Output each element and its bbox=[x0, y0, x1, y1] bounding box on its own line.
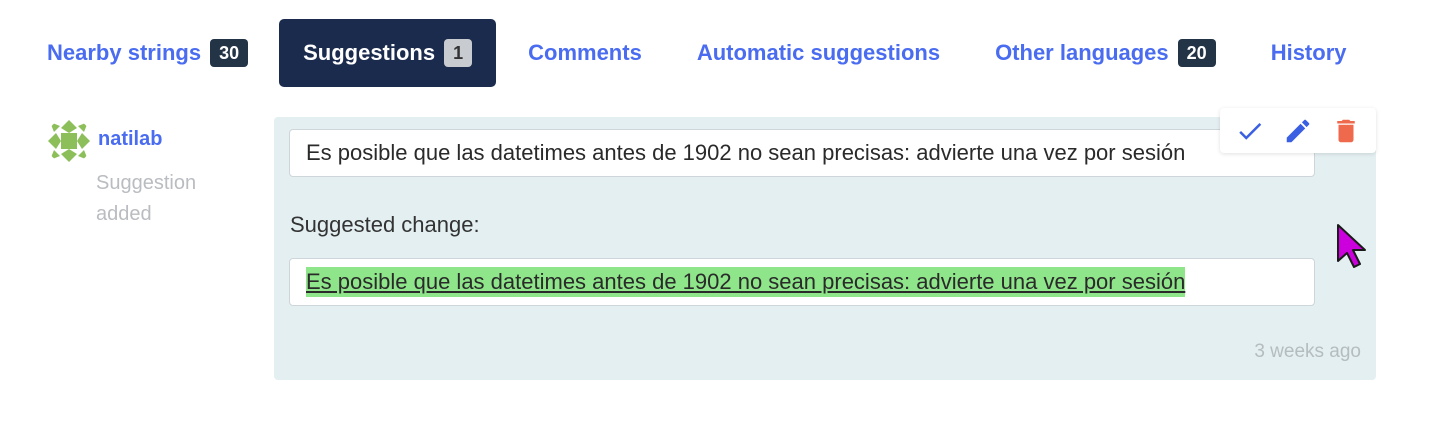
count-badge: 1 bbox=[444, 39, 473, 67]
tab-label: Nearby strings bbox=[47, 40, 202, 65]
avatar[interactable] bbox=[46, 118, 92, 164]
tab-label: Automatic suggestions bbox=[696, 40, 941, 65]
delete-button[interactable] bbox=[1326, 111, 1366, 151]
tab-label: Suggestions bbox=[303, 40, 436, 65]
count-badge: 20 bbox=[1177, 39, 1216, 67]
original-text: Es posible que las datetimes antes de 19… bbox=[289, 129, 1315, 177]
pencil-icon bbox=[1286, 119, 1310, 142]
suggested-change-label: Suggested change: bbox=[290, 212, 480, 237]
tab-nearby-strings[interactable]: Nearby strings 30 bbox=[26, 19, 279, 87]
mouse-pointer-icon bbox=[1337, 224, 1366, 268]
tab-suggestions[interactable]: Suggestions 1 bbox=[279, 19, 497, 87]
tab-other-languages[interactable]: Other languages 20 bbox=[967, 19, 1244, 87]
action-label: Suggestion added bbox=[96, 172, 197, 225]
tab-bar: Nearby strings 30 Suggestions 1 Comments… bbox=[26, 19, 1367, 87]
tab-comments[interactable]: Comments bbox=[496, 19, 669, 87]
check-icon bbox=[1239, 122, 1262, 140]
timestamp: 3 weeks ago bbox=[1254, 341, 1361, 362]
suggestion-actions bbox=[1220, 108, 1376, 153]
trash-icon bbox=[1337, 119, 1355, 142]
count-badge: 30 bbox=[210, 39, 249, 67]
username-link[interactable]: natilab bbox=[98, 128, 162, 151]
suggestion-panel: Es posible que las datetimes antes de 19… bbox=[274, 117, 1376, 380]
accept-button[interactable] bbox=[1230, 111, 1270, 151]
translation-page: Nearby strings 30 Suggestions 1 Comments… bbox=[0, 0, 1437, 440]
tab-history[interactable]: History bbox=[1244, 19, 1368, 87]
suggested-text: Es posible que las datetimes antes de 19… bbox=[289, 258, 1315, 306]
tab-label: Comments bbox=[528, 40, 642, 65]
tab-label: History bbox=[1270, 40, 1347, 65]
edit-button[interactable] bbox=[1278, 111, 1318, 151]
diff-insertion: Es posible que las datetimes antes de 19… bbox=[306, 267, 1186, 297]
tab-label: Other languages bbox=[995, 40, 1169, 65]
tab-automatic-suggestions[interactable]: Automatic suggestions bbox=[669, 19, 967, 87]
